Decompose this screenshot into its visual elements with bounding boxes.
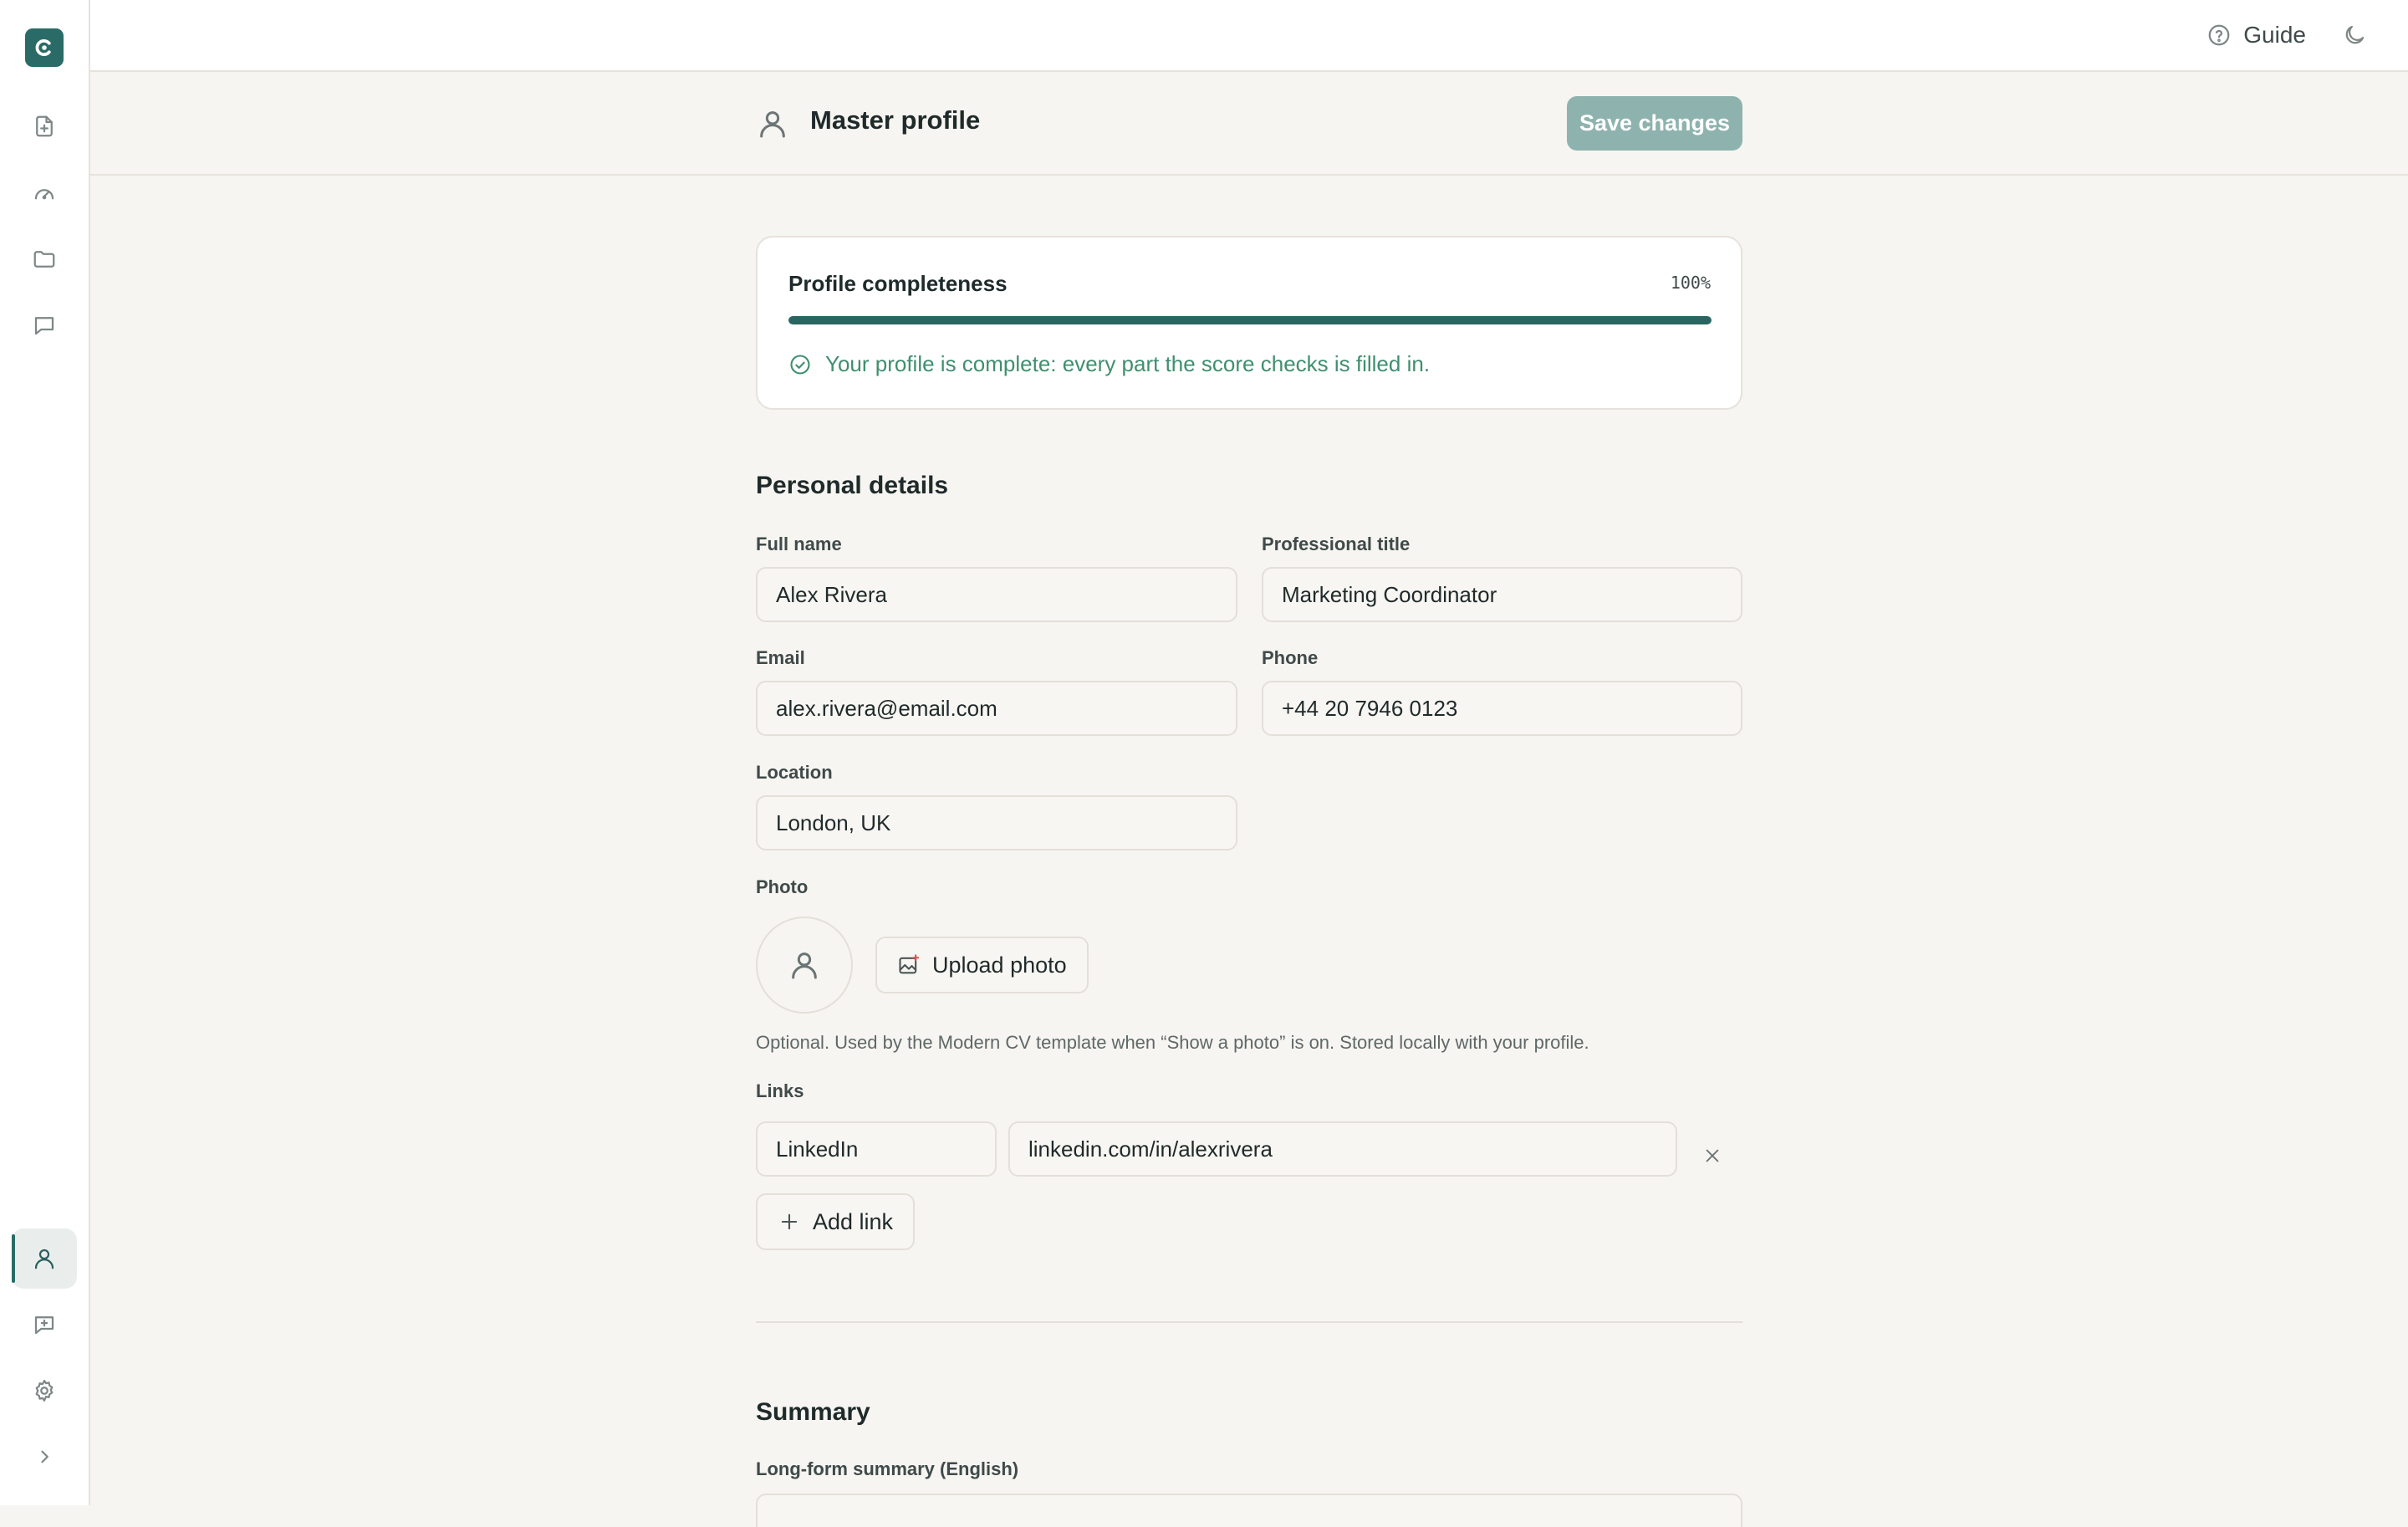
email-label: Email (756, 647, 805, 668)
avatar (756, 917, 853, 1014)
location-label: Location (756, 762, 833, 783)
app-logo-icon[interactable] (25, 28, 64, 67)
nav-settings-gear-icon[interactable] (12, 1361, 77, 1421)
page-title: Master profile (810, 105, 981, 135)
guide-label: Guide (2243, 22, 2306, 48)
avatar-placeholder-icon (792, 952, 817, 979)
upload-photo-label: Upload photo (932, 952, 1067, 978)
completeness-status: Your profile is complete: every part the… (788, 351, 1430, 377)
remove-link-button[interactable] (1696, 1139, 1729, 1172)
nav-active-indicator (12, 1234, 15, 1283)
sidebar (0, 0, 90, 1505)
add-link-button[interactable]: Add link (756, 1193, 916, 1250)
phone-label: Phone (1262, 647, 1319, 668)
link-name-field[interactable] (756, 1121, 997, 1177)
section-divider (756, 1321, 1742, 1323)
full-name-label: Full name (756, 534, 842, 554)
image-upload-icon (899, 954, 920, 974)
photo-hint: Optional. Used by the Modern CV template… (756, 1032, 1589, 1053)
full-name-field[interactable] (756, 567, 1237, 622)
photo-label: Photo (756, 876, 809, 897)
add-link-label: Add link (813, 1208, 894, 1234)
nav-messages-icon[interactable] (12, 295, 77, 355)
close-icon (1706, 1149, 1719, 1162)
nav-dashboard-gauge-icon[interactable] (12, 163, 77, 223)
completeness-title: Profile completeness (788, 271, 1008, 296)
nav-new-document-icon[interactable] (12, 96, 77, 156)
long-summary-label: Long-form summary (English) (756, 1458, 1019, 1479)
moon-icon (2345, 25, 2365, 44)
summary-heading: Summary (756, 1398, 870, 1426)
save-changes-button[interactable]: Save changes (1567, 96, 1742, 151)
location-field[interactable] (756, 795, 1237, 850)
completeness-percent: 100% (1670, 273, 1711, 293)
page-header: Master profile Save changes (90, 72, 2408, 176)
profile-completeness-card: Profile completeness 100% Your profile i… (756, 236, 1742, 410)
completeness-progress-track (788, 316, 1712, 324)
links-label: Links (756, 1080, 804, 1101)
help-circle-icon (2208, 24, 2230, 46)
personal-details-heading: Personal details (756, 472, 949, 499)
nav-profile-icon[interactable] (12, 1228, 77, 1289)
top-bar: Guide (90, 0, 2408, 72)
professional-title-field[interactable] (1262, 567, 1742, 622)
link-url-field[interactable] (1008, 1121, 1677, 1177)
professional-title-label: Professional title (1262, 534, 1411, 554)
plus-icon (781, 1213, 798, 1230)
phone-field[interactable] (1262, 681, 1742, 736)
dark-mode-toggle[interactable] (2339, 20, 2370, 50)
completeness-status-text: Your profile is complete: every part the… (825, 351, 1431, 376)
completeness-progress-fill (788, 316, 1712, 324)
nav-feedback-icon[interactable] (12, 1295, 77, 1355)
check-circle-icon (790, 354, 810, 375)
nav-folder-icon[interactable] (12, 229, 77, 289)
expand-sidebar-chevron-icon[interactable] (12, 1427, 77, 1487)
user-icon (756, 107, 789, 140)
guide-button[interactable]: Guide (2206, 20, 2306, 50)
email-field[interactable] (756, 681, 1237, 736)
long-summary-textarea[interactable] (756, 1494, 1742, 1527)
upload-photo-button[interactable]: Upload photo (875, 937, 1089, 993)
